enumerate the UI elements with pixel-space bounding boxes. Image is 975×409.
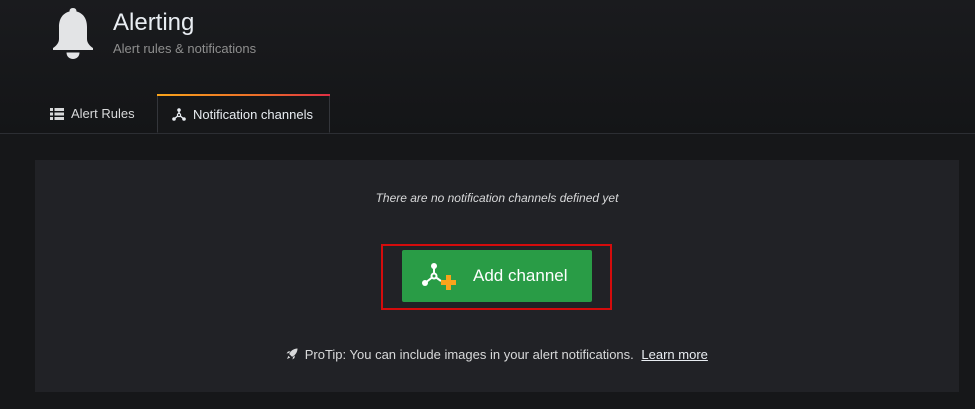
bell-icon xyxy=(53,8,93,59)
add-channel-icon xyxy=(422,263,456,290)
list-icon xyxy=(50,107,64,120)
protip: ProTip: You can include images in your a… xyxy=(35,347,959,362)
channels-icon xyxy=(172,107,186,121)
page-subtitle: Alert rules & notifications xyxy=(113,41,257,56)
empty-state-message: There are no notification channels defin… xyxy=(375,191,619,205)
tab-notification-channels-label: Notification channels xyxy=(193,106,313,122)
empty-state-panel: There are no notification channels defin… xyxy=(35,160,959,392)
learn-more-link[interactable]: Learn more xyxy=(641,347,707,362)
add-channel-label: Add channel xyxy=(473,266,568,285)
tab-alert-rules[interactable]: Alert Rules xyxy=(50,94,135,133)
protip-text: ProTip: You can include images in your a… xyxy=(304,347,634,362)
rocket-icon xyxy=(286,348,298,360)
tab-alert-rules-label: Alert Rules xyxy=(71,106,135,121)
page-title: Alerting xyxy=(113,9,195,36)
page-header: Alerting Alert rules & notifications Ale… xyxy=(0,0,975,134)
tab-notification-channels[interactable]: Notification channels xyxy=(157,94,330,133)
add-channel-button[interactable]: Add channel xyxy=(402,250,592,302)
